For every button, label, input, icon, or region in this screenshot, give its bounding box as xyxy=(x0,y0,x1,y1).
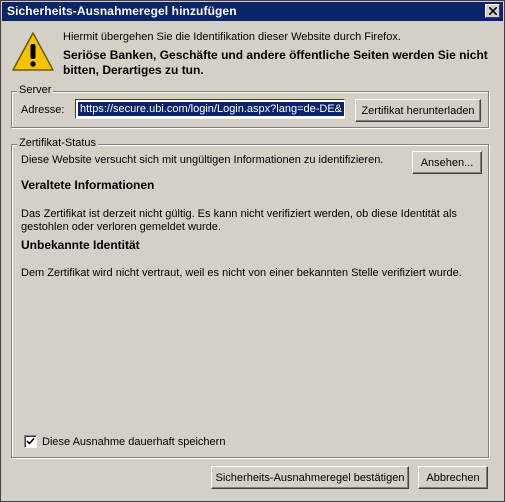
download-certificate-button[interactable]: Zertifikat herunterladen xyxy=(355,99,481,122)
address-input[interactable]: https://secure.ubi.com/login/Login.aspx?… xyxy=(75,99,345,119)
close-button[interactable] xyxy=(485,4,500,18)
server-legend: Server xyxy=(17,84,54,96)
status-intro: Diese Website versucht sich mit ungültig… xyxy=(21,154,384,166)
view-certificate-button[interactable]: Ansehen... xyxy=(412,151,482,174)
window-title: Sicherheits-Ausnahmeregel hinzufügen xyxy=(7,4,237,18)
certificate-status-legend: Zertifikat-Status xyxy=(17,137,99,149)
cancel-button[interactable]: Abbrechen xyxy=(418,466,488,489)
close-icon xyxy=(489,7,497,15)
address-value: https://secure.ubi.com/login/Login.aspx?… xyxy=(78,102,344,116)
confirm-exception-button[interactable]: Sicherheits-Ausnahmeregel bestätigen xyxy=(211,466,409,489)
check-icon xyxy=(26,437,35,445)
outdated-text-2: gestohlen oder verloren gemeldet wurde. xyxy=(21,221,221,233)
outdated-text-1: Das Zertifikat ist derzeit nicht gültig.… xyxy=(21,208,457,220)
unknown-text: Dem Zertifikat wird nicht vertraut, weil… xyxy=(21,267,462,279)
warning-icon xyxy=(12,32,54,71)
outdated-heading: Veraltete Informationen xyxy=(21,178,155,192)
permanent-label[interactable]: Diese Ausnahme dauerhaft speichern xyxy=(42,436,225,448)
warning-message: Hiermit übergehen Sie die Identifikation… xyxy=(63,31,401,43)
permanent-checkbox[interactable] xyxy=(24,435,37,448)
address-label: Adresse: xyxy=(21,104,65,116)
unknown-heading: Unbekannte Identität xyxy=(21,238,140,252)
warning-emphasis: Seriöse Banken, Geschäfte und andere öff… xyxy=(63,48,488,77)
title-bar[interactable]: Sicherheits-Ausnahmeregel hinzufügen xyxy=(2,2,503,21)
